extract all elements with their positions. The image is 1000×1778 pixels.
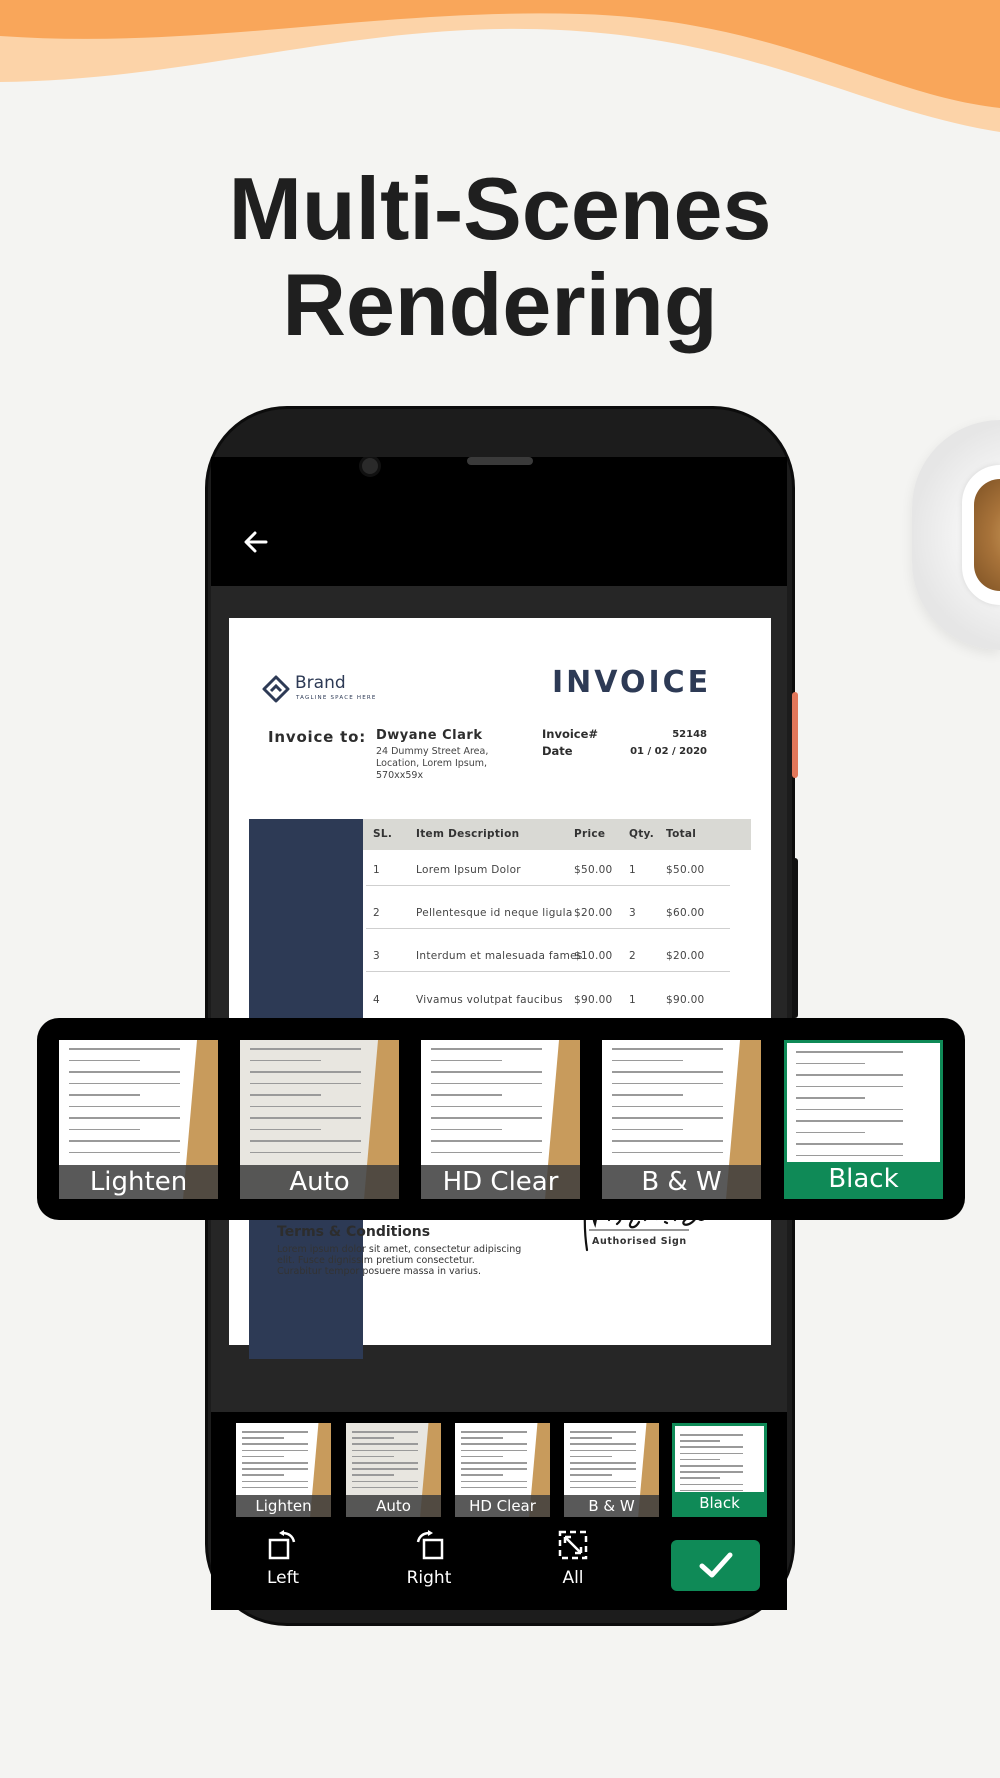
- rotate-left-button[interactable]: Left: [238, 1528, 328, 1588]
- check-icon: [699, 1552, 733, 1578]
- row-divider: [366, 885, 730, 886]
- headline-line-2: Rendering: [282, 255, 718, 354]
- filter-option-b-w[interactable]: B & W: [602, 1040, 761, 1199]
- expand-all-icon: [558, 1530, 588, 1560]
- brand-tagline: TAGLINE SPACE HERE: [296, 695, 377, 701]
- rotate-right-icon: [416, 1530, 444, 1560]
- rotate-left-icon: [268, 1530, 296, 1560]
- table-cell: $10.00: [574, 950, 613, 962]
- table-cell: Interdum et malesuada fames: [416, 950, 583, 962]
- invoice-title: INVOICE: [552, 665, 712, 700]
- row-divider: [366, 928, 730, 929]
- brand-logo-icon: [262, 675, 290, 703]
- terms-line: elit. Fusce dignissim pretium consectetu…: [277, 1255, 475, 1266]
- filter-thumbnail-strip[interactable]: Lighten Auto HD Clear B & W Black: [211, 1412, 787, 1520]
- filter-selector-overlay: Lighten Auto HD Clear B & W Black: [37, 1018, 965, 1220]
- address-line: 570xx59x: [376, 770, 424, 781]
- filter-label: Auto: [346, 1495, 441, 1517]
- invoice-number: 52148: [672, 729, 707, 740]
- filter-label: HD Clear: [421, 1165, 580, 1199]
- table-cell: Lorem Ipsum Dolor: [416, 864, 521, 876]
- phone-volume-button: [792, 858, 798, 1018]
- front-camera: [359, 457, 381, 477]
- back-button[interactable]: [241, 527, 271, 557]
- headline-line-1: Multi-Scenes: [228, 159, 772, 258]
- table-cell: $60.00: [666, 907, 705, 919]
- invoice-to-label: Invoice to:: [268, 728, 367, 746]
- terms-text: Lorem ipsum dolor sit amet, consectetur …: [277, 1244, 521, 1277]
- client-name: Dwyane Clark: [376, 728, 483, 743]
- column-header: Price: [574, 828, 606, 840]
- filter-option-auto[interactable]: Auto: [346, 1423, 441, 1517]
- brand-name: Brand: [295, 673, 346, 693]
- arrow-left-icon: [244, 531, 268, 553]
- column-header: SL.: [373, 828, 393, 840]
- terms-title: Terms & Conditions: [277, 1224, 431, 1240]
- terms-line: Curabitur tempor posuere massa in varius…: [277, 1266, 482, 1277]
- table-cell: $20.00: [574, 907, 613, 919]
- table-cell: 3: [373, 950, 380, 962]
- filter-label: Auto: [240, 1165, 399, 1199]
- column-header: Total: [666, 828, 697, 840]
- rotate-right-label: Right: [406, 1568, 452, 1588]
- table-header: SL. Item Description Price Qty. Total: [363, 819, 751, 850]
- select-all-button[interactable]: All: [528, 1528, 618, 1588]
- filter-label: Black: [787, 1162, 940, 1196]
- filter-label: B & W: [564, 1495, 659, 1517]
- row-divider: [366, 971, 730, 972]
- filter-label: B & W: [602, 1165, 761, 1199]
- table-cell: $90.00: [574, 994, 613, 1006]
- table-cell: 4: [373, 994, 380, 1006]
- invoice-date-label: Date: [542, 744, 573, 758]
- orange-wave-decoration: [0, 0, 1000, 132]
- filter-label: Lighten: [236, 1495, 331, 1517]
- filter-option-lighten[interactable]: Lighten: [236, 1423, 331, 1517]
- column-header: Item Description: [416, 828, 520, 840]
- select-all-label: All: [562, 1568, 584, 1588]
- filter-option-lighten[interactable]: Lighten: [59, 1040, 218, 1199]
- table-cell: 1: [373, 864, 380, 876]
- top-app-bar: [211, 457, 787, 586]
- address-line: 24 Dummy Street Area,: [376, 746, 489, 757]
- address-line: Location, Lorem Ipsum,: [376, 758, 488, 769]
- filter-option-b-w[interactable]: B & W: [564, 1423, 659, 1517]
- filter-label: Black: [675, 1492, 764, 1514]
- table-cell: 2: [373, 907, 380, 919]
- document-preview: Brand TAGLINE SPACE HERE INVOICE Invoice…: [229, 618, 771, 1359]
- table-cell: Vivamus volutpat faucibus: [416, 994, 563, 1006]
- table-cell: 3: [629, 907, 636, 919]
- rotate-right-button[interactable]: Right: [384, 1528, 474, 1588]
- filter-option-black[interactable]: Black: [784, 1040, 943, 1199]
- filter-label: HD Clear: [455, 1495, 550, 1517]
- table-cell: $20.00: [666, 950, 705, 962]
- terms-line: Lorem ipsum dolor sit amet, consectetur …: [277, 1244, 522, 1255]
- client-address: 24 Dummy Street Area, Location, Lorem Ip…: [376, 746, 488, 782]
- rotate-left-label: Left: [267, 1568, 299, 1588]
- table-cell: $50.00: [574, 864, 613, 876]
- table-cell: 2: [629, 950, 636, 962]
- invoice-number-label: Invoice#: [542, 727, 599, 741]
- invoice-date: 01 / 02 / 2020: [630, 746, 707, 757]
- table-cell: $90.00: [666, 994, 705, 1006]
- filter-option-hd-clear[interactable]: HD Clear: [421, 1040, 580, 1199]
- speaker-grille: [467, 457, 533, 465]
- table-cell: Pellentesque id neque ligula: [416, 907, 573, 919]
- filter-option-black[interactable]: Black: [672, 1423, 767, 1517]
- confirm-button[interactable]: [671, 1540, 760, 1591]
- table-cell: $50.00: [666, 864, 705, 876]
- table-cell: 1: [629, 994, 636, 1006]
- filter-option-auto[interactable]: Auto: [240, 1040, 399, 1199]
- phone-side-button: [792, 692, 798, 778]
- filter-option-hd-clear[interactable]: HD Clear: [455, 1423, 550, 1517]
- table-cell: 1: [629, 864, 636, 876]
- coffee-cup-decoration: [912, 420, 1000, 650]
- column-header: Qty.: [629, 828, 655, 840]
- bottom-toolbar: Left Right All: [211, 1520, 787, 1610]
- filter-label: Lighten: [59, 1165, 218, 1199]
- authorised-sign-label: Authorised Sign: [592, 1236, 687, 1247]
